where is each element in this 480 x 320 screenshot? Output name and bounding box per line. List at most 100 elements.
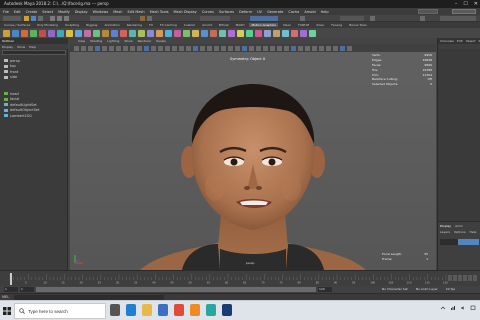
outliner-search-input[interactable]	[2, 50, 66, 55]
range-start-field[interactable]: 1	[4, 287, 18, 292]
menu-item[interactable]: Mesh Tools	[150, 10, 169, 14]
menu-item[interactable]: Edit	[14, 10, 21, 14]
viewport-menu-item[interactable]: View	[78, 39, 85, 43]
shelf-tool-icon[interactable]	[282, 29, 289, 37]
fps-dropdown[interactable]: 24 fps	[446, 287, 455, 291]
viewport-tool-icon[interactable]	[144, 45, 149, 51]
viewport-tool-icon[interactable]	[228, 45, 233, 51]
channel-box-tab[interactable]: Channels	[440, 39, 454, 43]
layer-menu-help[interactable]: Help	[470, 230, 477, 234]
network-icon[interactable]	[450, 305, 456, 311]
menu-item[interactable]: Generate	[267, 10, 283, 14]
play-forward-icon[interactable]	[463, 275, 467, 281]
menu-item[interactable]: Windows	[93, 10, 109, 14]
layer-selected-highlight[interactable]	[458, 239, 479, 245]
channel-box-tab[interactable]: Edit	[457, 39, 463, 43]
shelf-tool-icon[interactable]	[300, 29, 307, 37]
shelf-tab[interactable]: Rigging	[84, 23, 99, 27]
viewport-tool-icon[interactable]	[179, 45, 184, 51]
shelf-tool-icon[interactable]	[309, 29, 316, 37]
menu-item[interactable]: Display	[75, 10, 88, 14]
shelf-tool-icon[interactable]	[174, 29, 181, 37]
viewport-tool-icon[interactable]	[221, 45, 226, 51]
menu-item[interactable]: Mesh Display	[174, 10, 197, 14]
windows-start-icon[interactable]	[0, 301, 14, 320]
shelf-tool-icon[interactable]	[219, 29, 226, 37]
menu-item[interactable]: Select	[42, 10, 53, 14]
range-slider-bar[interactable]	[36, 287, 316, 292]
play-back-icon[interactable]	[458, 275, 462, 281]
minimize-button[interactable]: –	[455, 1, 458, 7]
close-button[interactable]: ✕	[474, 1, 478, 7]
time-slider-playhead[interactable]	[10, 273, 12, 285]
viewport-menu-item[interactable]: Renderer	[138, 39, 152, 43]
shelf-tool-icon[interactable]	[21, 29, 28, 37]
shelf-tool-icon[interactable]	[228, 29, 235, 37]
viewport-tool-icon[interactable]	[214, 45, 219, 51]
viewport-tool-icon[interactable]	[270, 45, 275, 51]
viewport-menu-item[interactable]: Show	[124, 39, 132, 43]
go-to-start-icon[interactable]	[448, 275, 452, 281]
edge-icon[interactable]	[126, 304, 136, 316]
outliner-item[interactable]: Lambert1SG	[4, 113, 66, 119]
taskbar-search-box[interactable]: Type here to search	[14, 303, 106, 319]
shelf-tool-icon[interactable]	[138, 29, 145, 37]
outliner-menu-show[interactable]: Show	[17, 45, 25, 49]
viewport-tool-icon[interactable]	[109, 45, 114, 51]
chrome-icon[interactable]	[174, 304, 184, 316]
menu-item[interactable]: Cache	[288, 10, 299, 14]
viewport-tool-icon[interactable]	[256, 45, 261, 51]
viewport-tool-icon[interactable]	[165, 45, 170, 51]
file-explorer-icon[interactable]	[142, 304, 152, 316]
viewport-tool-icon[interactable]	[263, 45, 268, 51]
chevron-up-icon[interactable]	[440, 305, 446, 311]
viewport-menu-item[interactable]: Shading	[90, 39, 102, 43]
viewport-tool-icon[interactable]	[193, 45, 198, 51]
shelf-tool-icon[interactable]	[273, 29, 280, 37]
shelf-tab[interactable]: Arnold	[200, 23, 214, 27]
viewport-tool-icon[interactable]	[102, 45, 107, 51]
go-to-end-icon[interactable]	[473, 275, 477, 281]
tab-outliner[interactable]: Outliner	[2, 39, 14, 43]
menu-item[interactable]: Mesh	[113, 10, 122, 14]
shelf-tool-icon[interactable]	[147, 29, 154, 37]
shelf-tab[interactable]: Rendering	[125, 23, 144, 27]
store-icon[interactable]	[158, 304, 168, 316]
viewport-tool-icon[interactable]	[74, 45, 79, 51]
time-slider[interactable]: 1510152025303540455055606570758085909510…	[0, 270, 480, 286]
viewport-tool-icon[interactable]	[207, 45, 212, 51]
shelf-tool-icon[interactable]	[156, 29, 163, 37]
menu-item[interactable]: Curves	[202, 10, 214, 14]
shelf-tab[interactable]: Curves / Surfaces	[2, 23, 32, 27]
shelf-tool-icon[interactable]	[39, 29, 46, 37]
shelf-tool-icon[interactable]	[48, 29, 55, 37]
shelf-tool-icon[interactable]	[93, 29, 100, 37]
shelf-tool-icon[interactable]	[66, 29, 73, 37]
mel-label[interactable]: MEL	[2, 295, 9, 299]
viewport-tool-icon[interactable]	[284, 45, 289, 51]
viewport-tool-icon[interactable]	[242, 45, 247, 51]
viewport-tool-icon[interactable]	[333, 45, 338, 51]
shelf-tool-icon[interactable]	[246, 29, 253, 37]
viewport-tool-icon[interactable]	[326, 45, 331, 51]
viewport-tool-icon[interactable]	[235, 45, 240, 51]
maya-icon[interactable]	[206, 304, 216, 316]
shelf-tab[interactable]: Sculpting	[63, 23, 81, 27]
viewport-tool-icon[interactable]	[291, 45, 296, 51]
viewport-tool-icon[interactable]	[172, 45, 177, 51]
outliner-menu-help[interactable]: Help	[29, 45, 36, 49]
task-view-icon[interactable]	[110, 304, 120, 316]
tab-display[interactable]: Display	[440, 224, 451, 228]
viewport-tool-icon[interactable]	[298, 45, 303, 51]
menu-item[interactable]: Edit Mesh	[127, 10, 144, 14]
shelf-tab[interactable]: FX Caching	[158, 23, 179, 27]
shelf-tab[interactable]: XGen	[314, 23, 326, 27]
viewport-tool-icon[interactable]	[347, 45, 352, 51]
shelf-tool-icon[interactable]	[30, 29, 37, 37]
viewport-tool-icon[interactable]	[186, 45, 191, 51]
shelf-tool-icon[interactable]	[255, 29, 262, 37]
notification-icon[interactable]	[470, 305, 476, 311]
shelf-tool-icon[interactable]	[237, 29, 244, 37]
shelf-tab[interactable]: Facerig	[329, 23, 344, 27]
shelf-tab[interactable]: FX	[147, 23, 155, 27]
